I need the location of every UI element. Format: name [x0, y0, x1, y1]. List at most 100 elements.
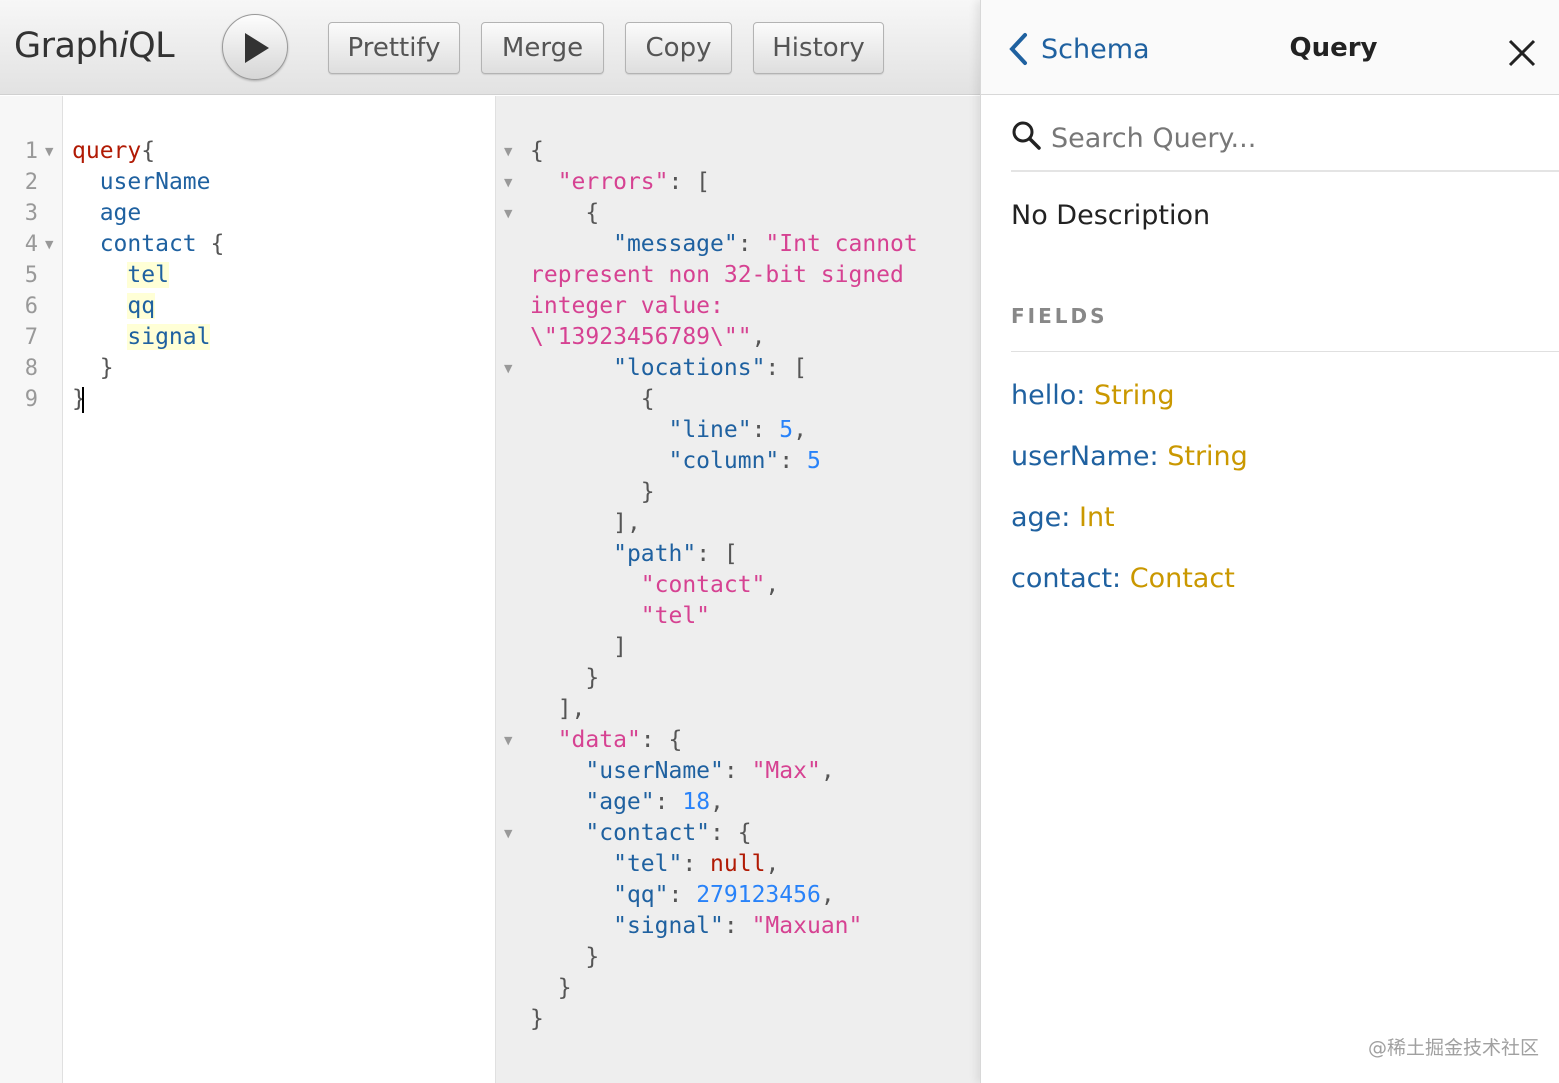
json-key: "userName" — [585, 758, 724, 784]
prettify-button[interactable]: Prettify — [328, 22, 460, 74]
graphiql-main: GraphiQL Prettify Merge Copy History 1 ▼… — [0, 0, 980, 1083]
result-line: } — [530, 663, 599, 694]
highlighted-field: tel — [127, 262, 169, 288]
field-type-link[interactable]: String — [1167, 441, 1248, 472]
code-line: contact { — [72, 229, 225, 260]
punctuation: : — [737, 231, 766, 257]
field-type-link[interactable]: String — [1094, 380, 1175, 411]
fold-arrow-icon[interactable]: ▼ — [45, 229, 53, 260]
code-line: userName — [72, 167, 211, 198]
close-docs-button[interactable] — [1507, 38, 1537, 72]
merge-button[interactable]: Merge — [481, 22, 604, 74]
punctuation: : — [668, 882, 697, 908]
result-line: "errors": [ — [530, 167, 710, 198]
field-name-link[interactable]: userName — [1011, 441, 1150, 472]
field-row-username: userName: String — [1011, 441, 1248, 472]
result-line: "line": 5, — [530, 415, 807, 446]
json-key: "tel" — [613, 851, 683, 877]
brace: } — [640, 479, 655, 505]
history-button[interactable]: History — [753, 22, 884, 74]
result-line: "data": { — [530, 725, 683, 756]
result-line: } — [530, 942, 599, 973]
field-colon: : — [1149, 441, 1168, 472]
json-null: null — [710, 851, 766, 877]
result-line: { — [530, 136, 544, 167]
punctuation: , — [820, 882, 835, 908]
result-line: "contact", — [530, 570, 779, 601]
field-colon: : — [1076, 380, 1094, 411]
json-key: "locations" — [613, 355, 766, 381]
fold-arrow-icon[interactable]: ▼ — [504, 136, 512, 167]
execute-query-button[interactable] — [222, 14, 288, 80]
punctuation: : — [654, 789, 683, 815]
result-line: "contact": { — [530, 818, 752, 849]
brace: { — [640, 386, 655, 412]
code-line: age — [72, 198, 142, 229]
field-name-link[interactable]: contact — [1011, 563, 1112, 594]
result-line: "signal": "Maxuan" — [530, 911, 862, 942]
json-key: "qq" — [613, 882, 669, 908]
field-name-link[interactable]: hello — [1011, 380, 1076, 411]
fold-arrow-icon[interactable]: ▼ — [504, 198, 512, 229]
json-string: represent non 32-bit signed — [530, 262, 904, 288]
code-line: qq — [72, 291, 156, 322]
result-line: } — [530, 477, 655, 508]
field-type-link[interactable]: Contact — [1130, 563, 1235, 594]
bracket: ], — [557, 696, 586, 722]
highlighted-field: qq — [127, 293, 156, 319]
field-row-hello: hello: String — [1011, 380, 1175, 411]
open-brace: { — [196, 231, 225, 257]
line-number: 2 — [24, 170, 38, 195]
logo-text-i: i — [118, 26, 129, 66]
field-colon: : — [1061, 502, 1079, 533]
graphiql-logo: GraphiQL — [14, 26, 175, 66]
punctuation: : [ — [668, 169, 711, 195]
result-line: represent non 32-bit signed — [530, 260, 904, 291]
result-line: "age": 18, — [530, 787, 724, 818]
brace: } — [557, 975, 572, 1001]
fields-section-label: FIELDS — [1011, 304, 1108, 328]
brace: { — [530, 138, 544, 164]
text-cursor — [81, 386, 84, 413]
toolbar: GraphiQL Prettify Merge Copy History — [0, 0, 980, 95]
result-line: ] — [530, 632, 627, 663]
punctuation: : — [751, 417, 780, 443]
punctuation: , — [820, 758, 835, 784]
line-number: 1 — [24, 139, 38, 164]
docs-search-input[interactable] — [1051, 118, 1531, 158]
json-string: "tel" — [640, 603, 711, 629]
result-fold-gutter: ▼ ▼ ▼ ▼ ▼ ▼ — [495, 96, 521, 1083]
result-line: ], — [530, 694, 586, 725]
logo-text-pre: Graph — [14, 26, 119, 66]
line-number: 4 — [24, 232, 38, 257]
line-number: 8 — [24, 356, 38, 381]
json-key: "message" — [613, 231, 738, 257]
fold-arrow-icon[interactable]: ▼ — [504, 818, 512, 849]
back-label: Schema — [1041, 33, 1150, 65]
punctuation: : [ — [696, 541, 738, 567]
fold-arrow-icon[interactable]: ▼ — [45, 136, 53, 167]
field-token: age — [99, 200, 142, 226]
field-row-contact: contact: Contact — [1011, 563, 1235, 594]
field-type-link[interactable]: Int — [1079, 502, 1115, 533]
documentation-explorer: Schema Query No Description FIELDS hello… — [980, 0, 1559, 1083]
line-number: 6 — [24, 294, 38, 319]
close-icon — [1508, 39, 1536, 67]
fold-arrow-icon[interactable]: ▼ — [504, 167, 512, 198]
back-to-schema-link[interactable]: Schema — [1007, 32, 1150, 66]
watermark: @稀土掘金技术社区 — [1368, 1037, 1540, 1059]
punctuation: : — [682, 851, 711, 877]
query-editor[interactable]: 1 ▼ 2 3 4 ▼ 5 6 7 8 9 query{ userName ag… — [0, 96, 495, 1083]
punctuation: : { — [710, 820, 752, 846]
fold-arrow-icon[interactable]: ▼ — [504, 353, 512, 384]
fold-arrow-icon[interactable]: ▼ — [504, 725, 512, 756]
result-line: "tel": null, — [530, 849, 779, 880]
field-token: contact — [99, 231, 197, 257]
brace: } — [585, 944, 600, 970]
copy-button[interactable]: Copy — [625, 22, 732, 74]
result-line: } — [530, 973, 572, 1004]
field-name-link[interactable]: age — [1011, 502, 1061, 533]
result-line: "column": 5 — [530, 446, 820, 477]
json-key: "age" — [585, 789, 655, 815]
code-line: query{ — [72, 136, 155, 167]
